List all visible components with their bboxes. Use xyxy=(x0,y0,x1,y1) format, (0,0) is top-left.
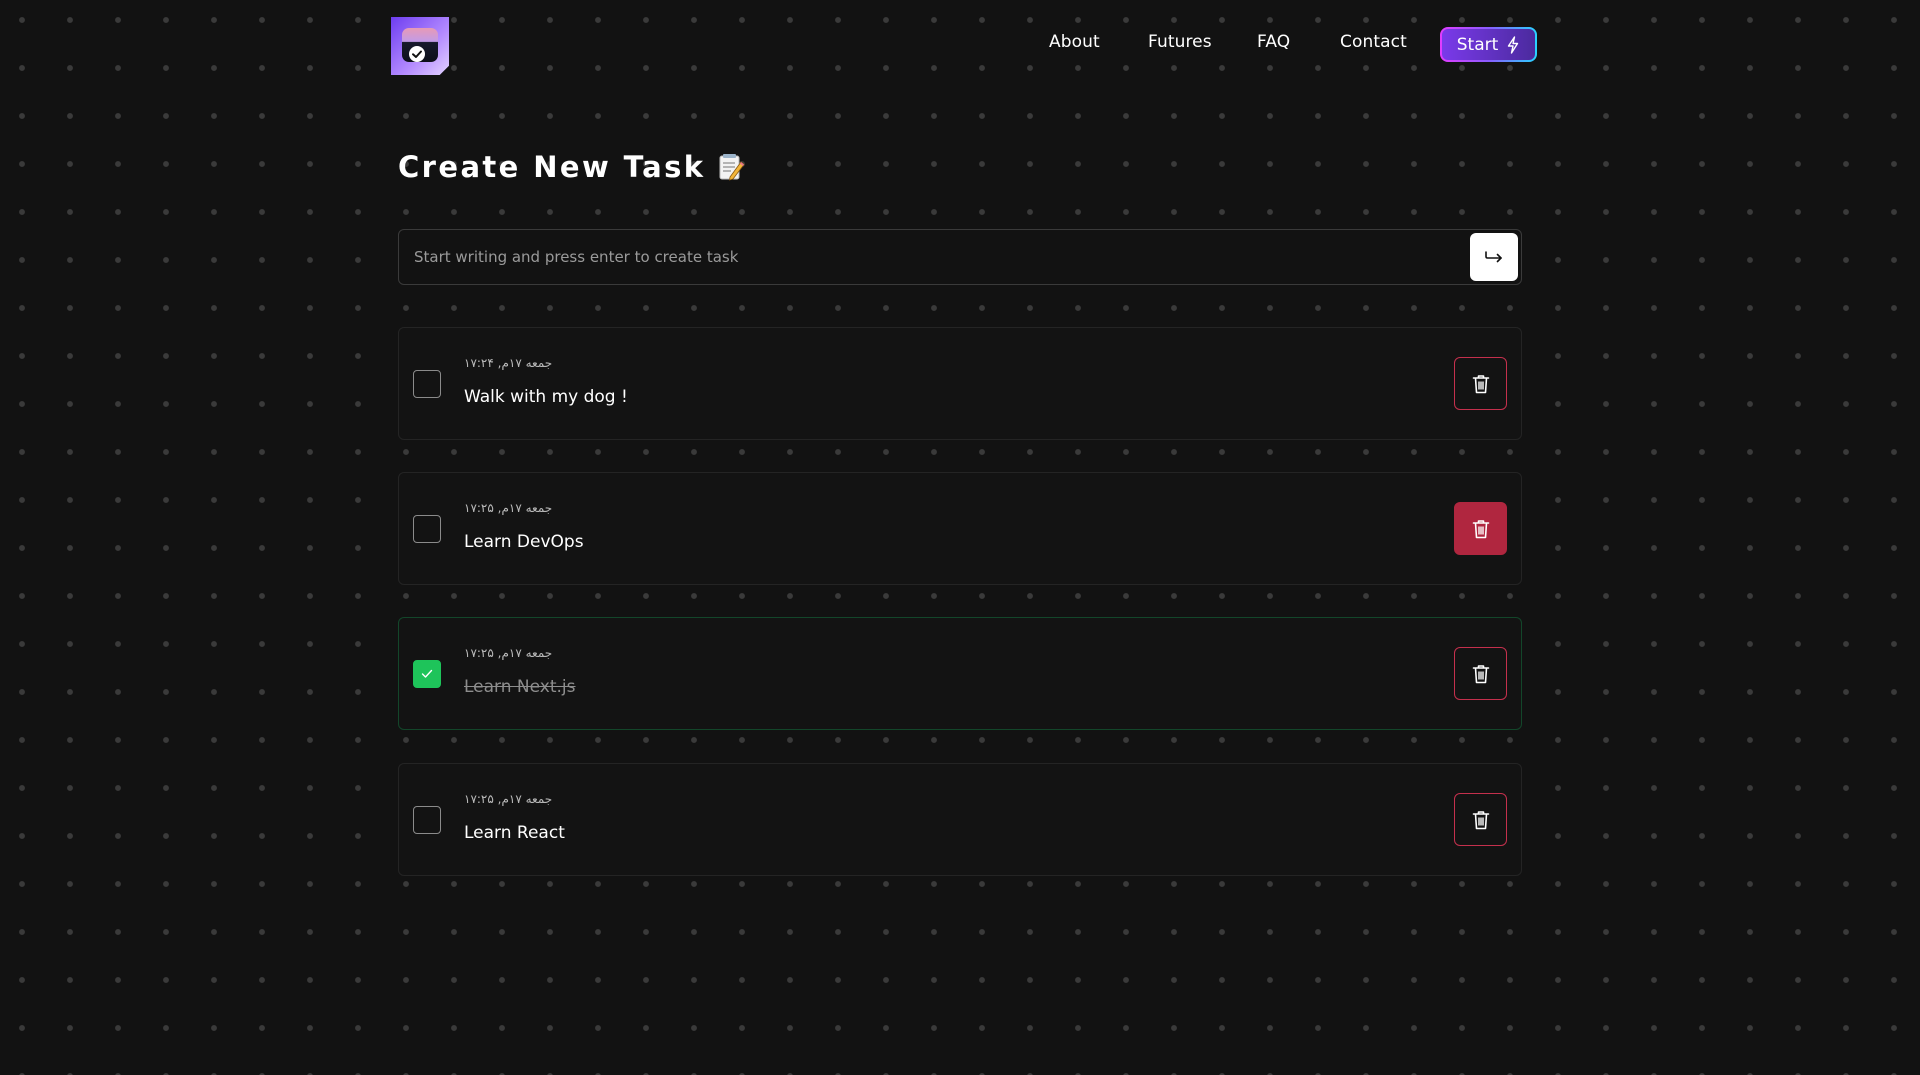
task-card: جمعه ۱۷م, ۱۷:۲۵ Learn DevOps xyxy=(398,472,1522,585)
trash-icon xyxy=(1472,519,1489,538)
app-logo[interactable] xyxy=(391,17,449,75)
task-date: جمعه ۱۷م, ۱۷:۲۵ xyxy=(464,792,553,806)
trash-icon xyxy=(1472,664,1489,683)
page-title: Create New Task xyxy=(398,150,745,184)
trash-icon xyxy=(1472,810,1489,829)
start-button-inner: Start xyxy=(1442,29,1535,60)
delete-task-button[interactable] xyxy=(1454,647,1507,700)
delete-task-button[interactable] xyxy=(1454,502,1507,555)
page-title-text: Create New Task xyxy=(398,150,706,184)
task-checkbox[interactable] xyxy=(413,515,441,543)
task-checkbox[interactable] xyxy=(413,806,441,834)
task-title: Learn Next.js xyxy=(464,677,576,697)
task-checkbox[interactable] xyxy=(413,370,441,398)
start-button-label: Start xyxy=(1456,34,1499,55)
task-checkbox[interactable] xyxy=(413,660,441,688)
task-card: جمعه ۱۷م, ۱۷:۲۴ Walk with my dog ! xyxy=(398,327,1522,440)
nav-link-faq[interactable]: FAQ xyxy=(1257,32,1290,52)
new-task-form xyxy=(398,229,1522,285)
task-title: Walk with my dog ! xyxy=(464,387,628,407)
logo-check-icon xyxy=(409,46,425,62)
lightning-bolt-icon xyxy=(1508,35,1519,54)
memo-pencil-icon xyxy=(719,154,745,181)
submit-task-button[interactable] xyxy=(1470,233,1518,281)
nav-link-contact[interactable]: Contact xyxy=(1340,32,1407,52)
enter-arrow-icon xyxy=(1485,251,1502,263)
task-title: Learn React xyxy=(464,823,565,843)
task-check-logo-icon xyxy=(402,28,438,62)
task-card: جمعه ۱۷م, ۱۷:۲۵ Learn Next.js xyxy=(398,617,1522,730)
start-button[interactable]: Start xyxy=(1440,27,1537,62)
nav-link-futures[interactable]: Futures xyxy=(1148,32,1212,52)
nav-link-about[interactable]: About xyxy=(1049,32,1100,52)
trash-icon xyxy=(1472,374,1489,393)
task-date: جمعه ۱۷م, ۱۷:۲۴ xyxy=(464,356,553,370)
check-icon xyxy=(421,669,433,678)
new-task-input[interactable] xyxy=(399,230,1459,284)
delete-task-button[interactable] xyxy=(1454,357,1507,410)
task-title: Learn DevOps xyxy=(464,532,584,552)
task-card: جمعه ۱۷م, ۱۷:۲۵ Learn React xyxy=(398,763,1522,876)
task-date: جمعه ۱۷م, ۱۷:۲۵ xyxy=(464,501,553,515)
task-date: جمعه ۱۷م, ۱۷:۲۵ xyxy=(464,646,553,660)
delete-task-button[interactable] xyxy=(1454,793,1507,846)
